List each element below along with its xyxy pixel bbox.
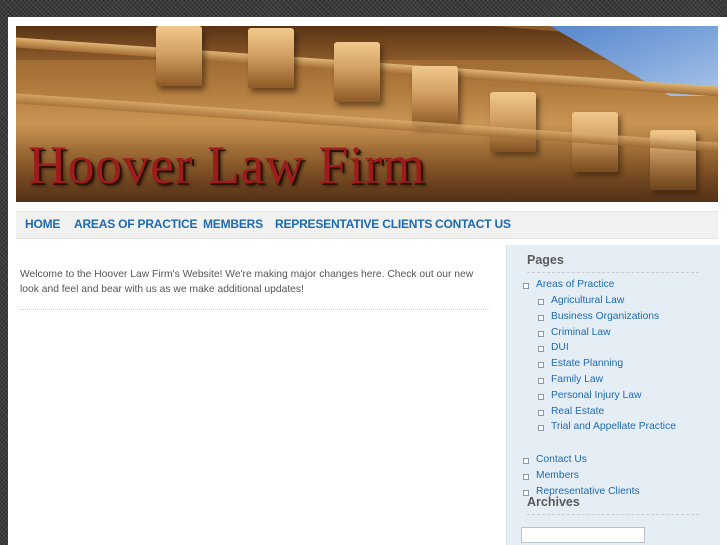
sidebar-item-members: Members <box>523 468 640 484</box>
nav-representative-clients[interactable]: REPRESENTATIVE CLIENTS <box>275 217 432 231</box>
nav-members[interactable]: MEMBERS <box>203 217 263 231</box>
sidebar-link[interactable]: Estate Planning <box>551 358 623 369</box>
header-banner: Hoover Law Firm <box>16 26 718 202</box>
main-content: Welcome to the Hoover Law Firm's Website… <box>20 267 492 310</box>
archives-dropdown[interactable] <box>521 527 645 543</box>
square-bullet-icon <box>538 330 544 337</box>
sidebar-link[interactable]: Family Law <box>551 374 603 385</box>
square-bullet-icon <box>523 473 529 480</box>
content-divider <box>20 309 490 310</box>
nav-contact-us[interactable]: CONTACT US <box>435 217 511 231</box>
sidebar-link[interactable]: Members <box>536 470 579 481</box>
banner-bracket <box>156 26 202 86</box>
sidebar-item-family-law: Family Law <box>538 372 676 388</box>
banner-bracket <box>334 42 380 102</box>
square-bullet-icon <box>523 458 529 464</box>
nav-home[interactable]: HOME <box>25 217 60 231</box>
sidebar-link[interactable]: DUI <box>551 342 569 353</box>
square-bullet-icon <box>538 377 544 384</box>
square-bullet-icon <box>538 393 544 400</box>
square-bullet-icon <box>538 346 544 353</box>
site-title[interactable]: Hoover Law Firm <box>28 138 425 192</box>
sidebar-item-dui: DUI <box>538 340 676 356</box>
square-bullet-icon <box>538 299 544 305</box>
sidebar-link[interactable]: Areas of Practice <box>536 279 614 290</box>
main-navigation: HOME AREAS OF PRACTICE MEMBERS REPRESENT… <box>16 211 718 239</box>
sidebar-item-areas-of-practice: Areas of Practice <box>523 277 614 293</box>
pages-sublist: Agricultural Law Business Organizations … <box>538 293 676 435</box>
square-bullet-icon <box>538 362 544 369</box>
welcome-text: Welcome to the Hoover Law Firm's Website… <box>20 269 474 295</box>
square-bullet-icon <box>523 283 529 289</box>
page-container: Hoover Law Firm HOME AREAS OF PRACTICE M… <box>8 17 727 545</box>
sidebar-item-personal-injury-law: Personal Injury Law <box>538 388 676 404</box>
sidebar-link[interactable]: Agricultural Law <box>551 295 624 306</box>
banner-bracket <box>412 66 458 126</box>
pages-widget-title: Pages <box>527 253 699 273</box>
sidebar-item-estate-planning: Estate Planning <box>538 356 676 372</box>
sidebar-link[interactable]: Contact Us <box>536 454 587 465</box>
square-bullet-icon <box>538 314 544 321</box>
sidebar-item-agricultural-law: Agricultural Law <box>538 293 676 309</box>
nav-areas-of-practice[interactable]: AREAS OF PRACTICE <box>74 217 197 231</box>
pages-list: Areas of Practice <box>523 277 614 293</box>
banner-bracket <box>248 28 294 88</box>
sidebar-item-contact-us: Contact Us <box>523 452 640 468</box>
sidebar-item-real-estate: Real Estate <box>538 404 676 420</box>
sidebar: Pages Areas of Practice Agricultural Law… <box>506 245 720 545</box>
archives-widget-title: Archives <box>527 495 699 515</box>
sidebar-link[interactable]: Personal Injury Law <box>551 390 641 401</box>
sidebar-link[interactable]: Business Organizations <box>551 311 659 322</box>
sidebar-item-trial-and-appellate-practice: Trial and Appellate Practice <box>538 419 676 435</box>
square-bullet-icon <box>538 425 544 432</box>
pages-list-rest: Contact Us Members Representative Client… <box>523 452 640 499</box>
sidebar-link[interactable]: Criminal Law <box>551 327 611 338</box>
sidebar-item-business-organizations: Business Organizations <box>538 309 676 325</box>
sidebar-link[interactable]: Trial and Appellate Practice <box>551 421 676 432</box>
sidebar-link[interactable]: Real Estate <box>551 406 604 417</box>
square-bullet-icon <box>538 409 544 416</box>
sidebar-item-criminal-law: Criminal Law <box>538 325 676 341</box>
